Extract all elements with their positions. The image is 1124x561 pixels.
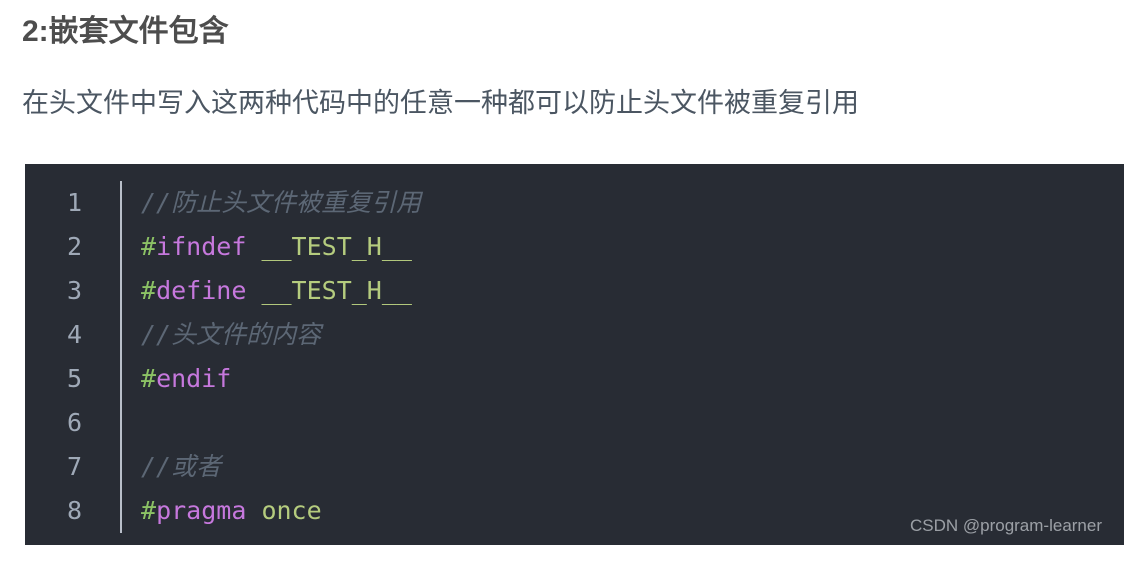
line-number: 6 — [66, 408, 82, 437]
gutter-divider — [120, 181, 122, 533]
code-token-macro: __TEST_H__ — [261, 232, 412, 261]
code-line: 4 //头文件的内容 — [25, 313, 1124, 357]
code-token-macro: once — [261, 496, 322, 525]
code-line: 7 //或者 — [25, 445, 1124, 489]
code-block: 1//防止头文件被重复引用 2 #ifndef __TEST_H__ 3 #define… — [25, 164, 1124, 545]
code-line-content: #ifndef __TEST_H__ — [101, 225, 412, 269]
code-lines-container: 1//防止头文件被重复引用 2 #ifndef __TEST_H__ 3 #define… — [25, 181, 1124, 533]
code-line: 2 #ifndef __TEST_H__ — [25, 225, 1124, 269]
code-token-directive: pragma — [156, 496, 247, 525]
code-line-content: #pragma once — [101, 489, 322, 533]
code-token-hash: # — [141, 364, 157, 393]
page-title: 2:嵌套文件包含 — [22, 15, 229, 48]
code-token-hash: # — [141, 276, 157, 305]
code-line-content: //头文件的内容 — [101, 313, 321, 357]
line-number: 5 — [66, 364, 82, 393]
article-page: 2:嵌套文件包含 在头文件中写入这两种代码中的任意一种都可以防止头文件被重复引用… — [0, 0, 1124, 561]
code-block-inner: 1//防止头文件被重复引用 2 #ifndef __TEST_H__ 3 #define… — [25, 164, 1124, 545]
code-token-hash: # — [141, 496, 157, 525]
line-number: 3 — [66, 276, 82, 305]
line-number: 1 — [66, 188, 82, 217]
code-token-comment: //防止头文件被重复引用 — [141, 188, 422, 217]
code-line: 5 #endif — [25, 357, 1124, 401]
csdn-watermark: CSDN @program-learner — [909, 516, 1102, 535]
code-token-directive: define — [156, 276, 247, 305]
code-line-content: //防止头文件被重复引用 — [101, 181, 421, 225]
line-number: 8 — [66, 496, 82, 525]
code-token-hash: # — [141, 232, 157, 261]
code-token-directive: ifndef — [156, 232, 247, 261]
line-number: 2 — [66, 232, 82, 261]
code-token-macro: __TEST_H__ — [261, 276, 412, 305]
article-paragraph: 在头文件中写入这两种代码中的任意一种都可以防止头文件被重复引用 — [22, 88, 859, 118]
code-token-comment: //或者 — [141, 452, 222, 481]
code-line: 3 #define __TEST_H__ — [25, 269, 1124, 313]
code-token-directive: endif — [156, 364, 232, 393]
code-line: 1 //防止头文件被重复引用 — [25, 181, 1124, 225]
code-token-comment: //头文件的内容 — [141, 320, 322, 349]
code-line-content: #define __TEST_H__ — [101, 269, 412, 313]
code-line: 6 — [25, 401, 1124, 445]
line-number: 4 — [66, 320, 82, 349]
line-number: 7 — [66, 452, 82, 481]
